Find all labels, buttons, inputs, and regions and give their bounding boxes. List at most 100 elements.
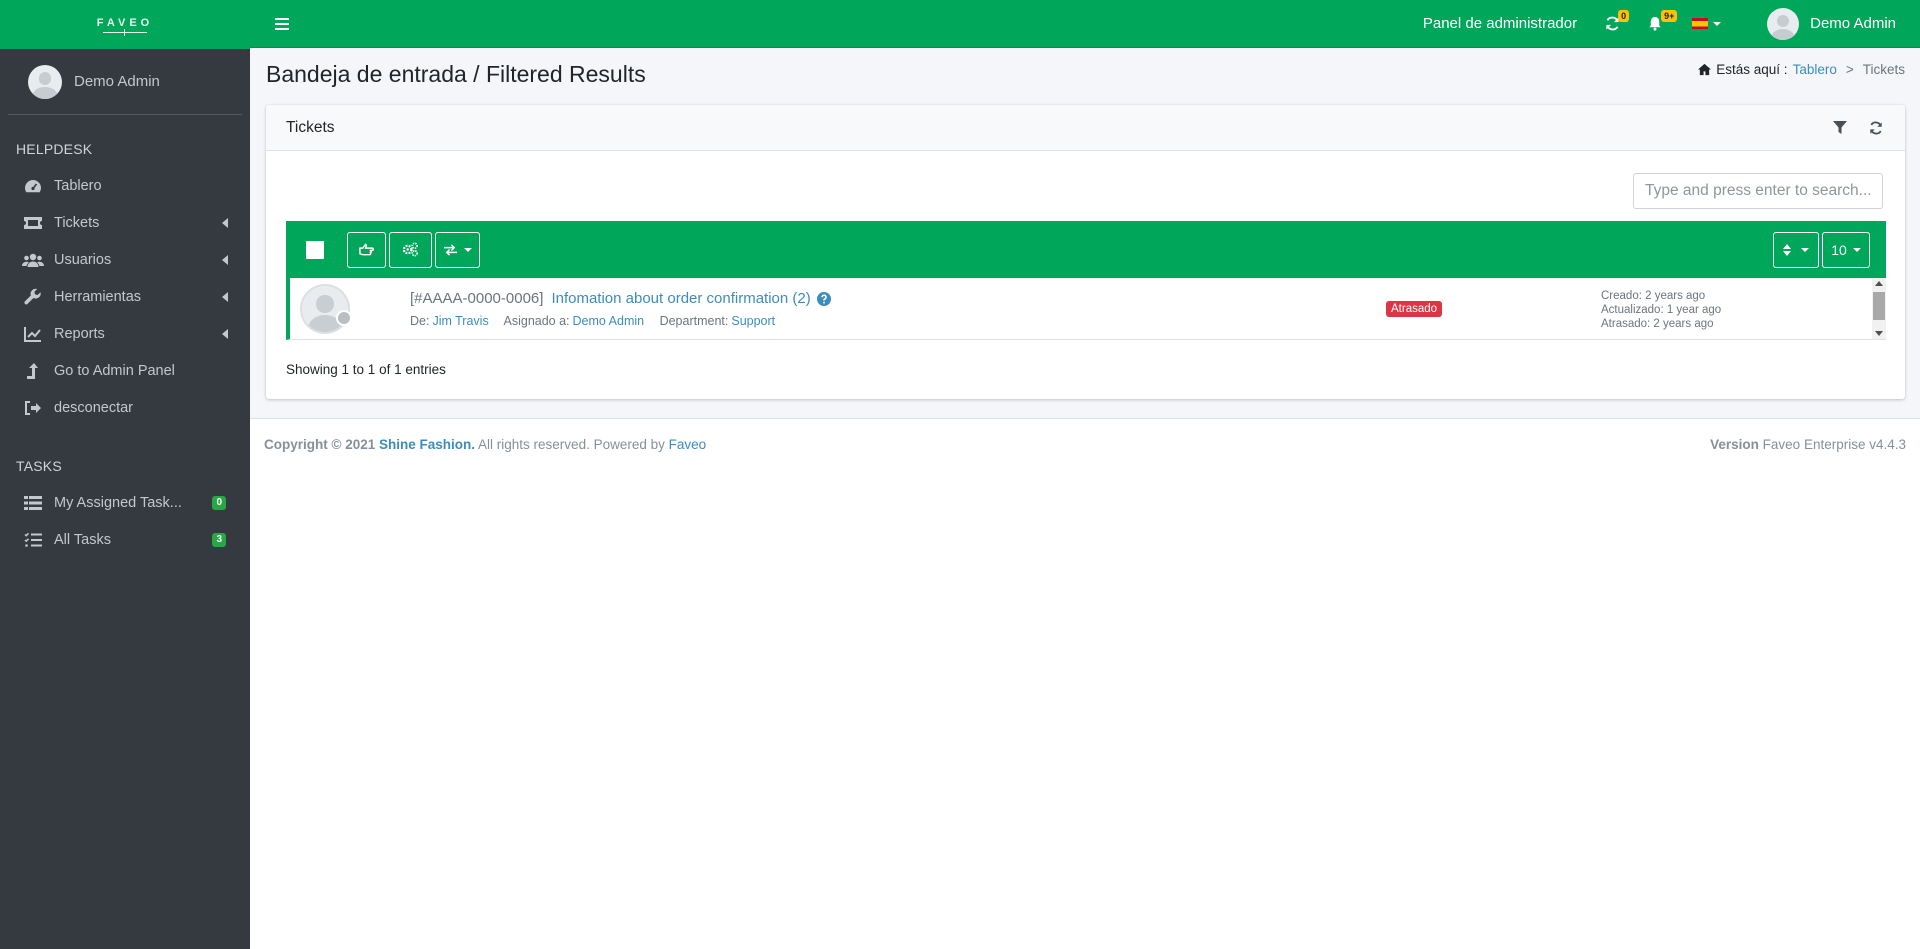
table-row[interactable]: [#AAAA-0000-0006] Infomation about order…: [286, 278, 1886, 340]
updated-date: Actualizado: 1 year ago: [1601, 304, 1722, 316]
company-link[interactable]: Shine Fashion.: [379, 437, 475, 452]
scroll-down-arrow-icon[interactable]: [1875, 331, 1883, 336]
hand-point-icon: [359, 242, 374, 255]
refresh-button[interactable]: 0: [1605, 10, 1630, 31]
status-badge: Atrasado: [1386, 301, 1443, 317]
chevron-left-icon: [222, 328, 228, 339]
chevron-left-icon: [222, 291, 228, 302]
wrench-icon: [22, 288, 44, 306]
assigned-link[interactable]: Demo Admin: [573, 314, 645, 328]
page-background: [250, 470, 1920, 949]
sidebar-item-usuarios[interactable]: Usuarios: [0, 241, 250, 278]
scroll-thumb[interactable]: [1873, 292, 1885, 320]
notifications-button[interactable]: 9+: [1648, 10, 1678, 31]
breadcrumb: Estás aquí : Tablero > Tickets: [1697, 62, 1905, 77]
sidebar-item-logout[interactable]: desconectar: [0, 389, 250, 426]
ticket-user-avatar: [300, 284, 350, 334]
sidebar-item-tablero[interactable]: Tablero: [0, 167, 250, 204]
ticket-dates: Creado: 2 years ago Actualizado: 1 year …: [1601, 289, 1721, 331]
breadcrumb-link-tablero[interactable]: Tablero: [1793, 62, 1837, 77]
ticket-icon: [22, 214, 44, 232]
transfer-dropdown-button[interactable]: [435, 231, 480, 268]
per-page-value: 10: [1831, 241, 1847, 258]
brand-logo-mark: [103, 28, 147, 36]
ticket-subject-link[interactable]: Infomation about order confirmation (2): [551, 290, 810, 307]
sidebar-item-admin-panel[interactable]: Go to Admin Panel: [0, 352, 250, 389]
from-link[interactable]: Jim Travis: [432, 314, 488, 328]
tickets-card: Tickets Type and press enter to search..…: [266, 105, 1905, 399]
main-content: Bandeja de entrada / Filtered Results Es…: [250, 48, 1920, 949]
notifications-badge: 9+: [1661, 10, 1678, 22]
top-user-name: Demo Admin: [1810, 15, 1896, 32]
faveo-link[interactable]: Faveo: [669, 437, 707, 452]
question-circle-icon[interactable]: [816, 291, 831, 306]
page-title: Bandeja de entrada / Filtered Results: [266, 61, 646, 87]
sidebar-user-panel[interactable]: Demo Admin: [8, 49, 242, 115]
status-dot: [336, 310, 352, 326]
overdue-date: Atrasado: 2 years ago: [1601, 318, 1714, 330]
assigned-label: Asignado a:: [503, 314, 570, 328]
created-date: Creado: 2 years ago: [1601, 290, 1706, 302]
brand-logo[interactable]: FAVEO: [0, 0, 250, 49]
sort-dropdown-button[interactable]: [1773, 231, 1819, 268]
filter-icon: [1833, 120, 1847, 134]
admin-panel-link[interactable]: Panel de administrador: [1423, 15, 1577, 32]
select-all-checkbox[interactable]: [306, 240, 324, 259]
task-count-badge: 0: [212, 495, 226, 510]
ticket-search-input[interactable]: [1633, 173, 1883, 209]
sidebar-item-label: desconectar: [54, 399, 133, 416]
department-link[interactable]: Support: [731, 314, 775, 328]
sign-out-icon: [22, 399, 44, 417]
breadcrumb-current: Tickets: [1862, 62, 1905, 77]
language-dropdown[interactable]: [1692, 18, 1722, 29]
reload-button[interactable]: [1867, 119, 1885, 137]
top-user-menu[interactable]: Demo Admin: [1767, 7, 1896, 40]
caret-down-icon: [1713, 21, 1722, 26]
sidebar-item-all-tasks[interactable]: All Tasks 3: [0, 521, 250, 558]
tasks-icon: [22, 531, 44, 549]
sidebar-item-label: Tickets: [54, 214, 100, 231]
sidebar-item-label: Herramientas: [54, 288, 142, 305]
version-label: Version: [1710, 437, 1759, 452]
sidebar-item-my-assigned-tasks[interactable]: My Assigned Task... 0: [0, 484, 250, 521]
hamburger-menu-icon[interactable]: [275, 17, 289, 30]
row-scrollbar[interactable]: [1872, 278, 1886, 339]
brand-logo-text: FAVEO: [96, 16, 154, 29]
sidebar-item-label: Go to Admin Panel: [54, 362, 175, 379]
version-value: Faveo Enterprise v4.4.3: [1762, 437, 1906, 452]
sidebar-item-label: My Assigned Task...: [54, 494, 182, 511]
cogs-icon: [402, 242, 418, 257]
users-icon: [22, 251, 44, 269]
footer: Copyright © 2021 Shine Fashion. All righ…: [250, 418, 1920, 470]
sort-icon: [1783, 243, 1791, 256]
breadcrumb-separator: >: [1845, 62, 1854, 77]
home-icon: [1698, 63, 1712, 76]
chevron-left-icon: [222, 254, 228, 265]
sidebar-item-reports[interactable]: Reports: [0, 315, 250, 352]
dashboard-icon: [22, 177, 44, 195]
from-label: De:: [410, 314, 430, 328]
tickets-card-header: Tickets: [266, 105, 1905, 151]
nav-header-helpdesk: HELPDESK: [16, 141, 93, 157]
filter-button[interactable]: [1831, 119, 1849, 137]
sidebar: FAVEO Demo Admin HELPDESK Tablero Ticket…: [0, 0, 250, 949]
sidebar-item-label: All Tasks: [54, 531, 111, 548]
spain-flag-icon: [1692, 18, 1709, 29]
chart-icon: [22, 325, 44, 343]
rights-text: All rights reserved. Powered by: [478, 437, 665, 452]
tickets-toolbar: 10: [286, 221, 1886, 278]
sidebar-item-herramientas[interactable]: Herramientas: [0, 278, 250, 315]
list-icon: [22, 494, 44, 512]
top-user-avatar: [1767, 7, 1800, 40]
per-page-select[interactable]: 10: [1822, 231, 1870, 268]
scroll-up-arrow-icon[interactable]: [1875, 281, 1883, 286]
copyright-text: Copyright © 2021: [264, 437, 376, 452]
bell-icon: [1649, 16, 1661, 31]
department-label: Department:: [659, 314, 729, 328]
assign-button[interactable]: [347, 231, 386, 268]
chevron-left-icon: [222, 217, 228, 228]
sidebar-item-label: Tablero: [54, 177, 102, 194]
settings-button[interactable]: [389, 231, 432, 268]
topbar: Panel de administrador 0 9+ Demo Admin: [250, 0, 1920, 48]
sidebar-item-tickets[interactable]: Tickets: [0, 204, 250, 241]
